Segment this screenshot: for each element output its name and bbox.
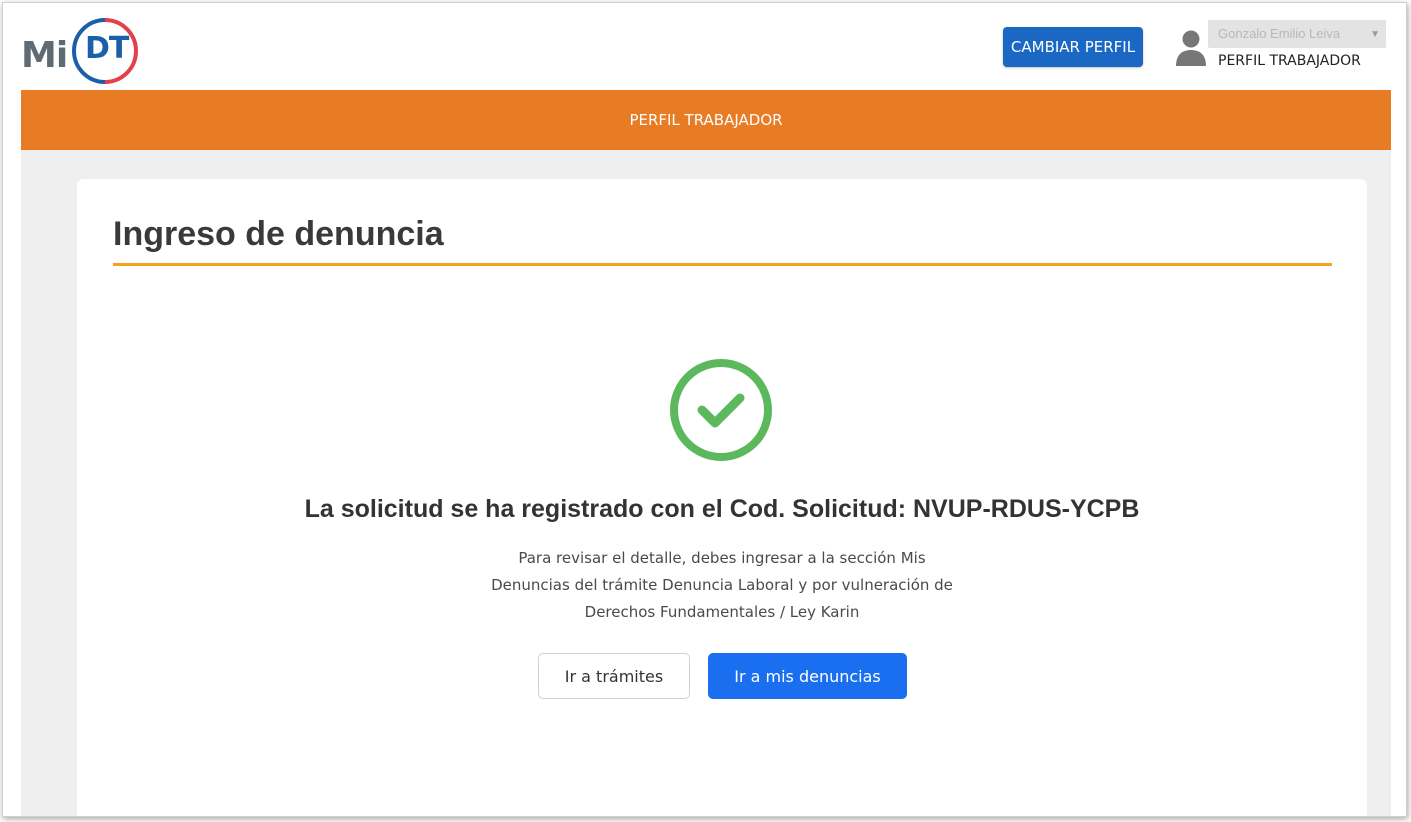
current-profile-label: PERFIL TRABAJADOR [1218,53,1361,69]
chevron-down-icon: ▼ [1370,29,1380,40]
detail-text: Para revisar el detalle, debes ingresar … [472,545,972,626]
user-name-value: Gonzalo Emilio Leiva [1218,26,1341,41]
logo-mi-text: Mi [21,35,68,76]
check-circle-icon [670,359,772,461]
app-window: Mi DT CAMBIAR PERFIL Gonzalo Emilio Leiv… [2,2,1407,817]
user-icon [1176,30,1206,66]
go-to-procedures-button[interactable]: Ir a trámites [538,653,690,699]
banner-label: PERFIL TRABAJADOR [629,111,783,129]
complaint-card: Ingreso de denuncia La solicitud se ha r… [77,179,1367,816]
detail-line: Para revisar el detalle, debes ingresar … [518,549,926,567]
detail-line: Derechos Fundamentales / Ley Karin [584,603,860,621]
change-profile-button[interactable]: CAMBIAR PERFIL [1003,27,1143,67]
detail-line: Denuncias del trámite Denuncia Laboral y… [491,576,953,594]
go-to-my-complaints-button[interactable]: Ir a mis denuncias [708,653,907,699]
logo-dt-text: DT [85,31,129,66]
page-title: Ingreso de denuncia [113,215,444,253]
success-message: La solicitud se ha registrado con el Cod… [304,495,1140,523]
header: Mi DT CAMBIAR PERFIL Gonzalo Emilio Leiv… [3,3,1406,89]
profile-banner: PERFIL TRABAJADOR [21,90,1391,150]
title-divider [113,263,1332,266]
mi-dt-logo[interactable]: Mi DT [21,17,141,84]
user-name-select[interactable]: Gonzalo Emilio Leiva ▼ [1208,20,1386,48]
content-area: Ingreso de denuncia La solicitud se ha r… [21,150,1391,816]
